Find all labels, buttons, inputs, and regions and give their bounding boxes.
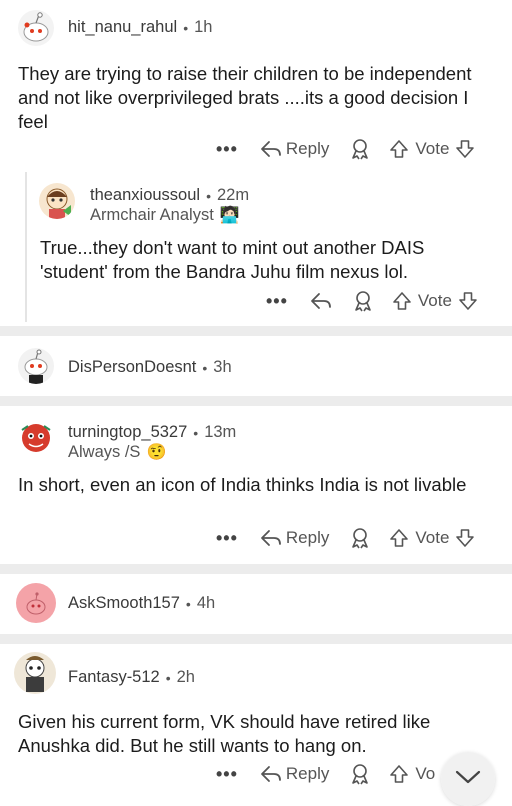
award-icon[interactable] <box>352 290 374 312</box>
user-flair: Always /S 🤨 <box>68 442 166 462</box>
award-icon[interactable] <box>349 763 371 785</box>
avatar[interactable] <box>16 583 56 623</box>
thread-line[interactable] <box>25 172 27 322</box>
comment-actions: ••• Vote <box>266 290 478 312</box>
reply-label: Reply <box>285 139 330 158</box>
avatar[interactable] <box>18 348 54 384</box>
comment-header[interactable]: DisPersonDoesnt • 3h <box>68 358 232 377</box>
divider <box>0 634 512 644</box>
downvote-arrow-icon[interactable] <box>458 291 478 311</box>
reply-arrow-icon <box>260 764 282 784</box>
vote-label: Vote <box>415 528 450 547</box>
comment-header: hit_nanu_rahul • 1h <box>68 18 212 37</box>
timestamp: 3h <box>213 358 232 376</box>
more-options-button[interactable]: ••• <box>266 291 288 312</box>
comment-header: turningtop_5327 • 13m <box>68 423 236 442</box>
username[interactable]: hit_nanu_rahul <box>68 18 177 37</box>
reply-arrow-icon <box>260 139 282 159</box>
reply-button[interactable]: Reply <box>260 764 329 784</box>
reply-label: Reply <box>285 764 330 783</box>
timestamp: 1h <box>194 18 213 36</box>
comment-actions: ••• Reply Vo <box>216 763 435 785</box>
comment-actions: ••• Reply Vote <box>216 527 475 549</box>
vote-control: Vote <box>389 528 475 548</box>
more-options-button[interactable]: ••• <box>216 528 238 549</box>
upvote-arrow-icon[interactable] <box>389 139 409 159</box>
flair-emoji: 🤨 <box>146 444 167 461</box>
timestamp: 13m <box>204 423 237 441</box>
user-flair: Armchair Analyst 🧑🏻‍💻 <box>90 205 240 225</box>
username[interactable]: Fantasy-512 <box>68 668 160 687</box>
separator-dot: • <box>202 359 208 376</box>
more-options-button[interactable]: ••• <box>216 764 238 785</box>
vote-label: Vote <box>415 139 450 158</box>
upvote-arrow-icon[interactable] <box>392 291 412 311</box>
comment-body: In short, even an icon of India thinks I… <box>18 474 467 495</box>
comment-header: Fantasy-512 • 2h <box>68 668 195 687</box>
reply-button[interactable]: Reply <box>260 528 329 548</box>
timestamp: 22m <box>216 186 250 204</box>
username[interactable]: DisPersonDoesnt <box>68 358 196 377</box>
comment-body: They are trying to raise their children … <box>18 63 472 132</box>
comment-header: theanxioussoul • 22m <box>90 186 249 205</box>
vote-label: Vo <box>415 764 436 783</box>
username[interactable]: theanxioussoul <box>90 186 200 205</box>
separator-dot: • <box>165 669 171 686</box>
flair-text: Always /S <box>68 442 141 461</box>
award-icon[interactable] <box>349 138 371 160</box>
separator-dot: • <box>183 19 189 36</box>
avatar[interactable] <box>18 10 54 46</box>
divider <box>0 396 512 406</box>
comment-body: Given his current form, VK should have r… <box>18 711 431 756</box>
timestamp: 2h <box>176 668 195 686</box>
award-icon[interactable] <box>349 527 371 549</box>
flair-emoji: 🧑🏻‍💻 <box>219 207 240 224</box>
vote-control: Vote <box>389 139 475 159</box>
reply-arrow-icon[interactable] <box>310 291 332 311</box>
downvote-arrow-icon[interactable] <box>455 139 475 159</box>
upvote-arrow-icon[interactable] <box>389 528 409 548</box>
downvote-arrow-icon[interactable] <box>455 528 475 548</box>
chevron-down-icon <box>455 770 481 784</box>
more-options-button[interactable]: ••• <box>216 139 238 160</box>
reply-arrow-icon <box>260 528 282 548</box>
reply-button[interactable]: Reply <box>260 139 329 159</box>
username[interactable]: turningtop_5327 <box>68 423 187 442</box>
avatar[interactable] <box>39 183 75 219</box>
comment-actions: ••• Reply Vote <box>216 138 475 160</box>
divider <box>0 326 512 336</box>
vote-control: Vote <box>392 291 478 311</box>
reply-label: Reply <box>285 528 330 547</box>
vote-control: Vo <box>389 764 435 784</box>
divider <box>0 564 512 574</box>
username[interactable]: AskSmooth157 <box>68 594 180 613</box>
timestamp: 4h <box>196 594 216 612</box>
separator-dot: • <box>193 424 199 441</box>
separator-dot: • <box>185 595 191 612</box>
separator-dot: • <box>206 187 211 204</box>
flair-text: Armchair Analyst <box>90 205 214 224</box>
avatar[interactable] <box>14 652 56 694</box>
avatar[interactable] <box>18 420 54 456</box>
comment-body: True...they don't want to mint out anoth… <box>40 237 425 282</box>
upvote-arrow-icon[interactable] <box>389 764 409 784</box>
comment-header[interactable]: AskSmooth157 • 4h <box>68 594 215 613</box>
vote-label: Vote <box>417 291 452 310</box>
